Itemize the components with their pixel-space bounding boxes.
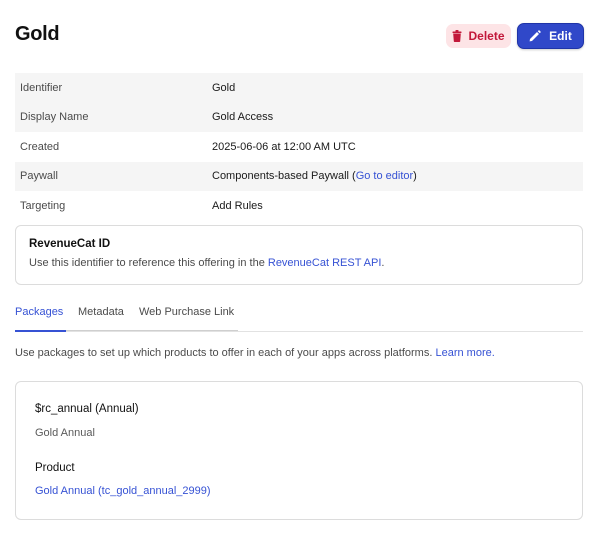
detail-value: Gold Access: [212, 111, 274, 124]
detail-row-targeting: Targeting Add Rules: [15, 191, 583, 221]
edit-button-label: Edit: [549, 29, 572, 43]
paywall-type: Components-based Paywall (: [212, 170, 356, 183]
detail-label: Paywall: [20, 170, 58, 183]
card-description: Use this identifier to reference this of…: [29, 257, 569, 269]
pencil-icon: [529, 30, 541, 42]
tab-web-purchase-link[interactable]: Web Purchase Link: [139, 306, 234, 318]
detail-label: Display Name: [20, 111, 89, 124]
page-title: Gold: [15, 23, 60, 45]
detail-row-identifier: Identifier Gold: [15, 73, 583, 103]
trash-icon: [452, 30, 462, 42]
learn-more-link[interactable]: Learn more.: [435, 347, 494, 359]
delete-button-label: Delete: [468, 29, 505, 43]
tab-metadata[interactable]: Metadata: [78, 306, 124, 318]
tab-bar: Packages Metadata Web Purchase Link: [15, 301, 583, 332]
detail-row-paywall: Paywall Components-based Paywall (Go to …: [15, 161, 583, 191]
packages-help-text: Use packages to set up which products to…: [15, 347, 495, 359]
tab-packages[interactable]: Packages: [15, 306, 63, 318]
page-header: Gold Delete Edit: [15, 22, 584, 50]
detail-row-display-name: Display Name Gold Access: [15, 102, 583, 132]
package-display-name: Gold Annual: [35, 427, 95, 439]
detail-row-created: Created 2025-06-06 at 12:00 AM UTC: [15, 132, 583, 162]
card-title: RevenueCat ID: [29, 238, 111, 250]
package-card: $rc_annual (Annual) Gold Annual Product …: [15, 381, 583, 520]
add-rules-link[interactable]: Add Rules: [212, 200, 263, 212]
detail-value: 2025-06-06 at 12:00 AM UTC: [212, 140, 356, 153]
rest-api-link[interactable]: RevenueCat REST API: [268, 257, 382, 269]
detail-value: Components-based Paywall (Go to editor): [212, 170, 417, 182]
package-identifier: $rc_annual (Annual): [35, 403, 139, 415]
product-label: Product: [35, 462, 75, 474]
paywall-suffix: ): [413, 170, 417, 183]
detail-value: Gold: [212, 81, 236, 94]
revenuecat-id-card: RevenueCat ID Use this identifier to ref…: [15, 225, 583, 285]
go-to-editor-link[interactable]: Go to editor: [356, 170, 413, 182]
edit-button[interactable]: Edit: [517, 23, 584, 49]
detail-label: Identifier: [20, 81, 63, 94]
delete-button[interactable]: Delete: [446, 24, 511, 48]
detail-label: Targeting: [20, 199, 66, 212]
product-link[interactable]: Gold Annual (tc_gold_annual_2999): [35, 485, 211, 497]
detail-label: Created: [20, 140, 60, 153]
help-text: Use packages to set up which products to…: [15, 347, 436, 359]
offering-details-table: Identifier Gold Display Name Gold Access…: [15, 73, 583, 221]
active-tab-indicator: [15, 330, 66, 332]
card-desc-text: Use this identifier to reference this of…: [29, 257, 268, 269]
card-desc-suffix: .: [381, 257, 385, 269]
